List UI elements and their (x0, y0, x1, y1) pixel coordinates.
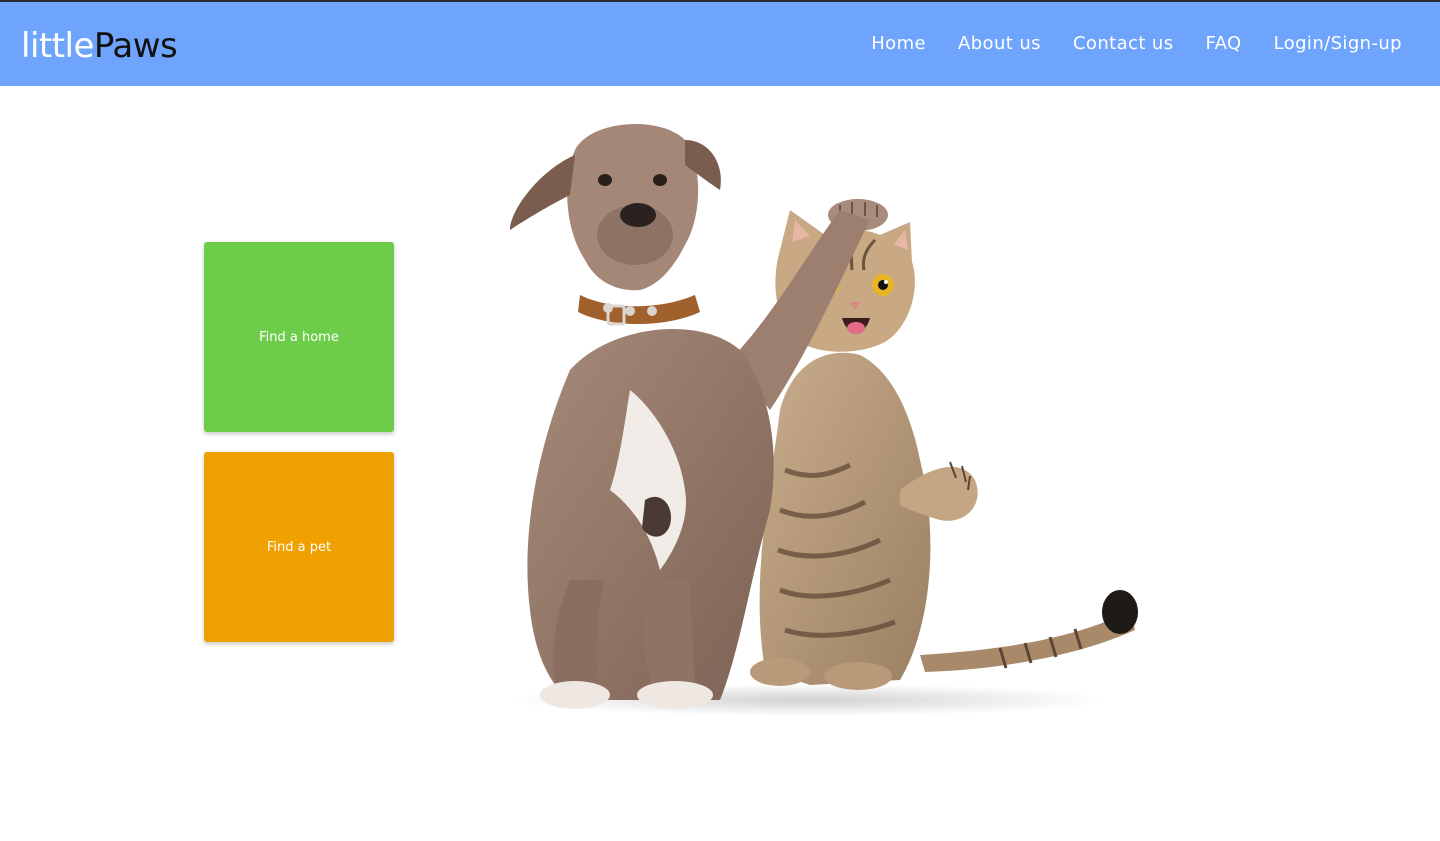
cat (750, 199, 978, 690)
logo-part-paws: Paws (93, 26, 178, 66)
site-logo[interactable]: littlePaws (21, 26, 178, 66)
find-a-pet-label: Find a pet (266, 539, 332, 555)
main-nav: Home About us Contact us FAQ Login/Sign-… (839, 32, 1402, 56)
nav-contact-us[interactable]: Contact us (1073, 32, 1174, 56)
nav-login-signup[interactable]: Login/Sign-up (1274, 32, 1402, 56)
nav-home[interactable]: Home (871, 32, 926, 56)
nav-about-us[interactable]: About us (958, 32, 1041, 56)
cat-tail (920, 590, 1138, 672)
dog-and-cat-hero-image (510, 123, 1138, 716)
nav-faq[interactable]: FAQ (1206, 32, 1242, 56)
navbar: littlePaws Home About us Contact us FAQ … (0, 2, 1440, 86)
find-a-home-label: Find a home (259, 329, 339, 345)
find-a-pet-button[interactable]: Find a pet (204, 452, 394, 642)
find-a-home-button[interactable]: Find a home (204, 242, 394, 432)
logo-part-little: little (21, 26, 94, 66)
